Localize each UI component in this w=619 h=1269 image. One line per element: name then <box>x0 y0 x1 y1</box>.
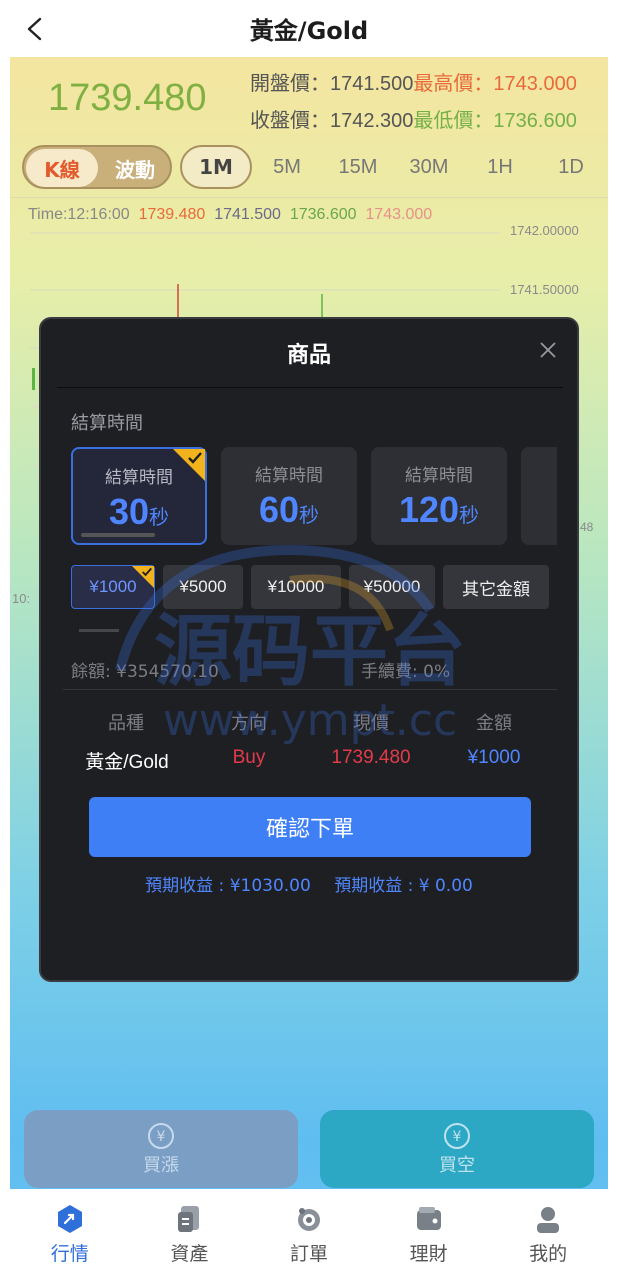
balance-row: 餘額: ¥354570.10 手續費: 0% <box>71 657 557 682</box>
settle-time-label: 結算時間 <box>71 413 143 434</box>
settle-option-30s[interactable]: 結算時間 30秒 <box>71 447 207 545</box>
col-variety: 品種 <box>108 713 144 734</box>
col-price: 現價 <box>353 713 389 734</box>
option-value: 1 <box>521 489 557 531</box>
fee-text: 手續費: 0% <box>361 662 451 682</box>
amount-5000[interactable]: ¥5000 <box>163 565 243 609</box>
modal-divider-2 <box>63 689 557 690</box>
amount-options: ¥1000 ¥5000 ¥10000 ¥50000 其它金額 <box>71 565 557 611</box>
modal-divider <box>57 387 563 388</box>
settle-option-more[interactable]: 結 1 <box>521 447 557 545</box>
amount-1000[interactable]: ¥1000 <box>71 565 155 609</box>
divider-dash <box>79 629 119 632</box>
close-icon[interactable] <box>539 341 557 359</box>
order-modal: 商品 結算時間 結算時間 30秒 結算時間 60秒 結算時間 120秒 ¥100… <box>39 317 579 982</box>
expected-profit-2: 預期收益 : ¥ 0.00 <box>334 876 473 896</box>
modal-overlay: 商品 結算時間 結算時間 30秒 結算時間 60秒 結算時間 120秒 ¥100… <box>0 0 619 1269</box>
option-value: 120秒 <box>398 489 480 530</box>
amount-custom[interactable]: 其它金額 <box>443 565 549 609</box>
col-direction: 方向 <box>231 713 267 734</box>
col-amount: 金額 <box>476 713 512 734</box>
option-label: 結算時間 <box>255 466 323 486</box>
option-label: 結算時間 <box>405 466 473 486</box>
option-value: 30秒 <box>108 491 170 532</box>
amount-10000[interactable]: ¥10000 <box>251 565 341 609</box>
expected-profit: 預期收益 : ¥1030.00 預期收益 : ¥ 0.00 <box>41 871 577 896</box>
check-icon <box>142 567 152 577</box>
option-label: 結 <box>521 461 557 486</box>
order-price: 1739.480 <box>331 747 411 768</box>
amount-50000[interactable]: ¥50000 <box>349 565 435 609</box>
settle-time-options: 結算時間 30秒 結算時間 60秒 結算時間 120秒 結 1 <box>71 447 557 547</box>
expected-profit-1: 預期收益 : ¥1030.00 <box>145 876 311 896</box>
check-icon <box>188 452 202 464</box>
balance-text: 餘額: ¥354570.10 <box>71 662 219 682</box>
settle-option-60s[interactable]: 結算時間 60秒 <box>221 447 357 545</box>
order-amount: ¥1000 <box>467 747 521 768</box>
modal-title: 商品 <box>286 343 331 368</box>
option-value: 60秒 <box>258 489 320 530</box>
settle-option-120s[interactable]: 結算時間 120秒 <box>371 447 507 545</box>
order-variety: 黃金/Gold <box>85 752 169 773</box>
order-direction: Buy <box>232 747 266 768</box>
progress-bar <box>81 533 155 537</box>
confirm-order-button[interactable]: 確認下單 <box>89 797 531 857</box>
